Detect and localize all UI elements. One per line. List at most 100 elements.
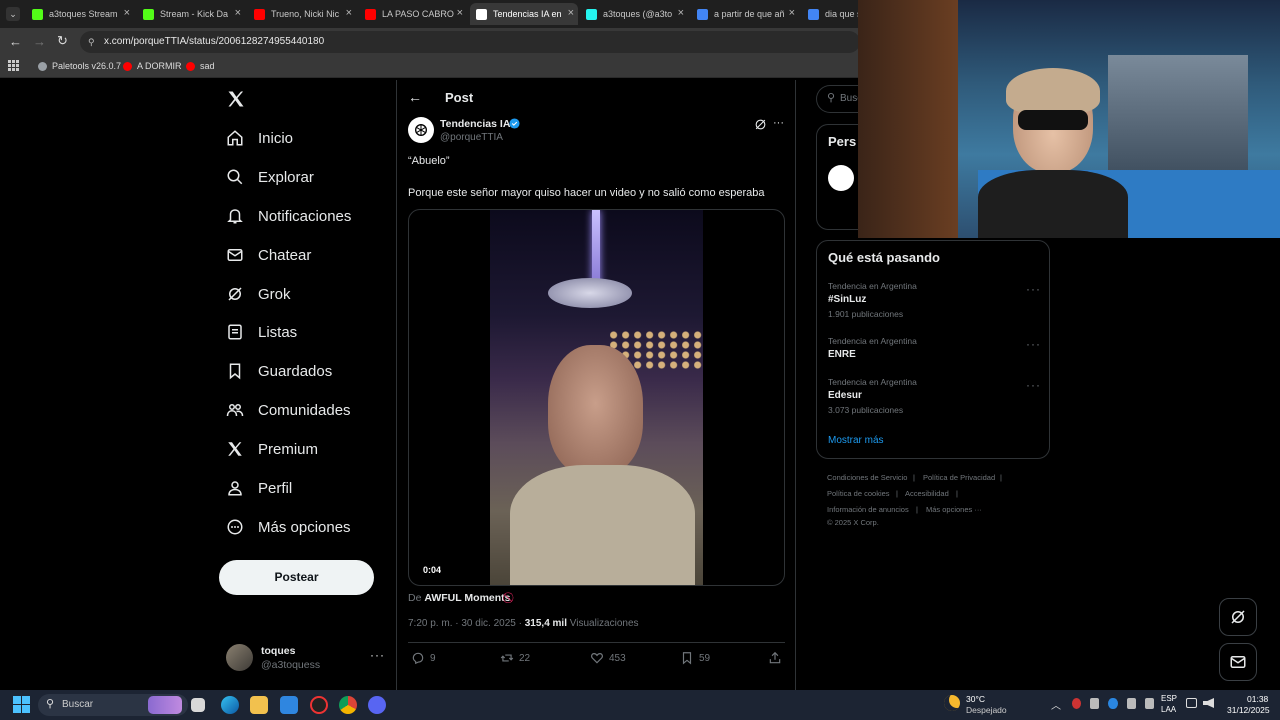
nav-item-explorar[interactable]: Explorar (226, 165, 314, 189)
nav-item-perfil[interactable]: Perfil (226, 476, 292, 500)
tab-close-icon[interactable]: × (346, 7, 352, 19)
app-icon[interactable] (310, 696, 328, 714)
taskbar-search[interactable]: ⚲ Buscar (38, 694, 188, 716)
post-more-icon[interactable]: ··· (773, 117, 784, 129)
tray-icons[interactable] (1072, 698, 1155, 710)
browser-tab[interactable]: Tendencias IA en × (470, 3, 578, 25)
author-avatar[interactable] (408, 117, 434, 143)
trend-name[interactable]: ENRE (828, 349, 856, 360)
share-button[interactable] (768, 651, 787, 665)
nav-item-label: Inicio (258, 129, 294, 147)
account-switcher[interactable]: toques @a3toquess ··· (226, 644, 396, 676)
tab-label: Stream - Kick Da (160, 9, 229, 19)
weather-temp[interactable]: 30°C (966, 694, 985, 704)
bookmark-button[interactable]: 59 (680, 651, 710, 665)
trend-name[interactable]: #SinLuz (828, 294, 866, 305)
tab-favicon-icon (143, 8, 154, 20)
back-arrow-icon[interactable]: ← (408, 89, 422, 105)
tray-chevron-icon[interactable]: ︿ (1051, 697, 1061, 712)
footer-accessibility-link[interactable]: Accesibilidad (905, 489, 949, 498)
task-view-icon[interactable] (191, 698, 205, 712)
browser-tab[interactable]: Stream - Kick Da × (137, 3, 245, 25)
chrome-icon[interactable] (339, 696, 357, 714)
discord-icon[interactable] (368, 696, 386, 714)
site-info-icon[interactable]: ⚲ (88, 31, 95, 53)
browser-tab[interactable]: Trueno, Nicki Nic × (248, 3, 356, 25)
ride-gondola (548, 278, 632, 308)
messages-floating-button[interactable] (1219, 643, 1257, 681)
tab-close-icon[interactable]: × (235, 7, 241, 19)
bookmark-item[interactable]: A DORMIR (123, 61, 182, 71)
tab-close-icon[interactable]: × (457, 7, 463, 19)
post-button[interactable]: Postear (219, 560, 374, 595)
nav-item-comunidades[interactable]: Comunidades (226, 398, 351, 422)
browser-tab[interactable]: a3toques (@a3to × (580, 3, 688, 25)
tab-close-icon[interactable]: × (678, 7, 684, 19)
like-button[interactable]: 453 (590, 651, 626, 665)
tab-favicon-icon (32, 8, 43, 20)
show-more-link[interactable]: Mostrar más (828, 435, 884, 446)
trend-more-icon[interactable]: ··· (1026, 282, 1041, 296)
search-icon (227, 169, 243, 185)
tab-favicon-icon (808, 8, 819, 20)
forward-arrow-icon[interactable]: → (33, 34, 46, 49)
nav-item-inicio[interactable]: Inicio (226, 126, 293, 150)
openai-logo-icon (415, 124, 427, 136)
video-player[interactable]: 0:04 (408, 209, 785, 586)
network-sound-icons[interactable] (1186, 698, 1216, 710)
footer-privacy-link[interactable]: Política de Privacidad (923, 473, 995, 482)
tab-close-icon[interactable]: × (568, 7, 574, 19)
post-timestamp[interactable]: 7:20 p. m. · 30 dic. 2025 · (408, 618, 522, 629)
author-handle[interactable]: @porqueTTIA (440, 132, 503, 143)
windows-start-icon[interactable] (13, 696, 30, 713)
grok-floating-button[interactable] (1219, 598, 1257, 636)
tab-list-chevron-icon[interactable]: ⌄ (6, 7, 20, 21)
clock-time[interactable]: 01:38 (1247, 694, 1268, 704)
nav-item-grok[interactable]: Grok (226, 282, 291, 306)
reload-icon[interactable]: ↻ (57, 33, 68, 49)
suggested-avatar[interactable] (828, 165, 854, 191)
apps-grid-icon[interactable] (8, 60, 19, 71)
reply-button[interactable]: 9 (411, 651, 436, 665)
trend-more-icon[interactable]: ··· (1026, 337, 1041, 351)
x-logo-icon[interactable] (226, 89, 246, 114)
edge-icon[interactable] (221, 696, 239, 714)
account-more-icon[interactable]: ··· (370, 648, 385, 662)
tab-favicon-icon (697, 8, 708, 20)
grok-icon[interactable] (754, 118, 767, 131)
browser-tab[interactable]: a partir de que añ × (691, 3, 799, 25)
file-explorer-icon[interactable] (250, 696, 268, 714)
mail-icon (1230, 656, 1246, 668)
repost-button[interactable]: 22 (500, 651, 530, 665)
bookmark-item[interactable]: sad (186, 61, 215, 71)
tab-close-icon[interactable]: × (789, 7, 795, 19)
tab-close-icon[interactable]: × (124, 7, 130, 19)
trend-more-icon[interactable]: ··· (1026, 378, 1041, 392)
repost-icon (500, 654, 514, 662)
footer-cookies-link[interactable]: Política de cookies (827, 489, 890, 498)
nav-item-guardados[interactable]: Guardados (226, 359, 332, 383)
webcam-shelf (858, 0, 958, 238)
browser-tab[interactable]: a3toques Stream × (26, 3, 134, 25)
trend-category: Tendencia en Argentina (828, 336, 917, 346)
browser-tab[interactable]: LA PASO CABRO × (359, 3, 467, 25)
nav-item-chatear[interactable]: Chatear (226, 243, 311, 267)
footer-ads-link[interactable]: Información de anuncios (827, 505, 909, 514)
tab-favicon-icon (476, 8, 487, 20)
footer-more-link[interactable]: Más opciones ··· (926, 505, 982, 514)
back-arrow-icon[interactable]: ← (9, 34, 22, 49)
bookmark-count: 59 (699, 652, 711, 664)
nav-item-listas[interactable]: Listas (226, 320, 297, 344)
footer-terms-link[interactable]: Condiciones de Servicio (827, 473, 907, 482)
video-time: 0:04 (423, 565, 442, 575)
nav-item-premium[interactable]: Premium (226, 437, 318, 461)
language-top[interactable]: ESP (1161, 694, 1177, 703)
author-name[interactable]: Tendencias IA (440, 118, 510, 130)
nav-item-m-s-opciones[interactable]: Más opciones (226, 515, 351, 539)
store-icon[interactable] (280, 696, 298, 714)
trend-name[interactable]: Edesur (828, 390, 862, 401)
source-name[interactable]: AWFUL Moments (424, 592, 510, 604)
nav-item-notificaciones[interactable]: Notificaciones (226, 204, 351, 228)
bookmark-item[interactable]: Paletools v26.0.7 (38, 61, 121, 71)
url-input[interactable]: ⚲ x.com/porqueTTIA/status/20061282749554… (80, 31, 860, 53)
